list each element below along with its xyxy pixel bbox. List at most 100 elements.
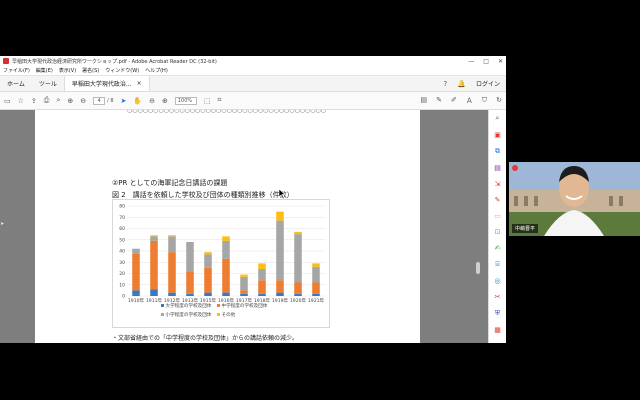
bar-segment bbox=[168, 292, 176, 296]
scan-ocr-icon[interactable]: ⌸ bbox=[495, 260, 499, 269]
participant-name: 中嶋晋平 bbox=[512, 224, 539, 233]
page-up-icon[interactable]: ⊕ bbox=[67, 97, 73, 105]
menu-edit[interactable]: 編集(E) bbox=[36, 67, 53, 74]
vertical-scrollbar[interactable] bbox=[470, 110, 488, 343]
tab-document[interactable]: 早稲田大学現代政治... × bbox=[63, 76, 150, 91]
print-icon[interactable]: ⎙ bbox=[44, 96, 50, 105]
marquee-zoom-icon[interactable]: ⌗ bbox=[218, 96, 222, 105]
bar-segment bbox=[222, 258, 230, 293]
y-tick-label: 0 bbox=[122, 294, 125, 300]
zoom-level-select[interactable]: 100% bbox=[174, 96, 197, 105]
bar-segment bbox=[276, 280, 284, 293]
export-pdf-icon[interactable]: ⇲ bbox=[495, 180, 501, 188]
combine-files-icon[interactable]: ⧉ bbox=[495, 147, 500, 156]
bar-segment bbox=[240, 274, 248, 277]
zoom-out-icon[interactable]: ⊖ bbox=[149, 97, 155, 105]
maximize-button[interactable]: □ bbox=[483, 58, 489, 65]
save-icon[interactable]: ▭ bbox=[4, 97, 11, 105]
bell-icon[interactable]: 🔔 bbox=[457, 80, 466, 88]
search-icon[interactable]: ⌕ bbox=[56, 96, 60, 105]
bar-segment bbox=[258, 263, 266, 269]
bar-segment bbox=[222, 292, 230, 296]
hand-tool-icon[interactable]: ✋ bbox=[133, 97, 142, 105]
legend-swatch bbox=[161, 304, 164, 307]
prepare-form-icon[interactable]: ▦ bbox=[494, 326, 501, 334]
menu-sign[interactable]: 署名(S) bbox=[82, 67, 99, 74]
tab-home[interactable]: ホーム bbox=[0, 76, 32, 91]
bar-segment bbox=[258, 293, 266, 296]
help-icon[interactable]: ? bbox=[444, 80, 448, 88]
rotate-icon[interactable]: ↻ bbox=[496, 96, 502, 106]
bar-segment bbox=[186, 242, 194, 272]
select-cursor-icon[interactable]: ➤ bbox=[121, 97, 127, 105]
menu-view[interactable]: 表示(V) bbox=[59, 67, 76, 74]
bar-segment bbox=[312, 282, 320, 294]
legend-swatch bbox=[161, 313, 164, 316]
close-window-button[interactable]: ✕ bbox=[498, 58, 503, 65]
tab-tools[interactable]: ツール bbox=[32, 76, 64, 91]
login-button[interactable]: ログイン bbox=[476, 79, 500, 88]
more-tools-icon[interactable]: ⋯ bbox=[494, 342, 501, 343]
bar-segment bbox=[204, 267, 212, 293]
pdf-page: ○○○○○○○○○○○○○○○○○○○○○○○○○○○○○○○○○○○○○○ ②… bbox=[35, 110, 420, 343]
bookmark-icon[interactable]: ☆ bbox=[18, 97, 24, 105]
fit-page-icon[interactable]: ⬚ bbox=[204, 97, 211, 105]
zoom-search-icon[interactable]: ⌕ bbox=[496, 114, 500, 123]
tab-bar: ホーム ツール 早稲田大学現代政治... × ? 🔔 ログイン bbox=[0, 76, 506, 92]
bar-segment bbox=[168, 235, 176, 237]
chart-svg: 010203040506070801910年 1911年 1912年 1913年 191… bbox=[119, 204, 325, 318]
create-pdf-icon[interactable]: ▣ bbox=[494, 131, 501, 139]
tab-close-icon[interactable]: × bbox=[137, 80, 142, 87]
page-number-input[interactable]: 4 bbox=[93, 96, 106, 105]
menu-help[interactable]: ヘルプ(H) bbox=[145, 67, 168, 74]
page-down-icon[interactable]: ⊖ bbox=[80, 97, 86, 105]
bar-segment bbox=[168, 252, 176, 293]
y-tick-label: 50 bbox=[119, 237, 125, 243]
page-total: / 8 bbox=[107, 97, 114, 104]
x-tick-label: 1918年 bbox=[254, 297, 271, 304]
x-tick-label: 1912年 bbox=[164, 297, 181, 304]
upload-icon[interactable]: ⇪ bbox=[31, 97, 37, 105]
bar-segment bbox=[132, 248, 140, 254]
comment-tool-icon[interactable]: ▭ bbox=[494, 212, 501, 220]
highlight-icon[interactable]: ✎ bbox=[436, 96, 442, 106]
menu-file[interactable]: ファイル(F) bbox=[3, 67, 30, 74]
right-tools-panel: ⌕ ▣ ⧉ ▤ ⇲ ✎ ▭ ⊡ ✍ ⌸ ◎ ✂ ⛨ ▦ ⋯ ⇥ bbox=[488, 110, 506, 343]
bar-segment bbox=[258, 269, 266, 281]
bar-segment bbox=[204, 254, 212, 268]
organize-pages-icon[interactable]: ▤ bbox=[494, 164, 501, 172]
legend-label: その他 bbox=[222, 311, 236, 318]
x-tick-label: 1917年 bbox=[236, 297, 253, 304]
bar-segment bbox=[294, 231, 302, 235]
legend-swatch bbox=[217, 304, 220, 307]
minimize-button[interactable]: — bbox=[468, 58, 474, 65]
window-title: 早稲田大学現代政治経済研究所ワークショップ.pdf - Adobe Acroba… bbox=[12, 58, 217, 65]
document-area: ▸ ○○○○○○○○○○○○○○○○○○○○○○○○○○○○○○○○○○○○○○… bbox=[0, 110, 488, 343]
title-bar: 早稲田大学現代政治経済研究所ワークショップ.pdf - Adobe Acroba… bbox=[0, 56, 506, 66]
y-tick-label: 80 bbox=[119, 204, 125, 210]
x-tick-label: 1910年 bbox=[128, 297, 145, 304]
stamp-icon[interactable]: ⛉ bbox=[482, 96, 487, 106]
redact-icon[interactable]: ✂ bbox=[495, 293, 501, 301]
send-for-review-icon[interactable]: ⊡ bbox=[495, 228, 501, 236]
bar-segment bbox=[186, 293, 194, 296]
bar-segment bbox=[132, 290, 140, 296]
menu-window[interactable]: ウィンドウ(W) bbox=[105, 67, 139, 74]
comment-icon[interactable]: ▤ bbox=[421, 96, 428, 106]
draw-icon[interactable]: ✐ bbox=[451, 96, 457, 106]
protect-icon[interactable]: ⛨ bbox=[495, 309, 500, 318]
bar-segment bbox=[150, 235, 158, 237]
edit-pdf-icon[interactable]: ✎ bbox=[495, 196, 501, 204]
stacked-bar-chart: 0 10 20 30 40 50 60 70 80 1910年 1911年 1912年 1913年 191… bbox=[112, 199, 330, 328]
x-tick-label: 1916年 bbox=[218, 297, 235, 304]
bar-segment bbox=[276, 292, 284, 296]
toolbar: ▭ ☆ ⇪ ⎙ ⌕ ⊕ ⊖ 4 / 8 ➤ ✋ ⊖ ⊕ 100% ⬚ ⌗ ▤ ✎… bbox=[0, 92, 506, 110]
x-tick-label: 1915年 bbox=[200, 297, 217, 304]
x-tick-label: 1920年 bbox=[290, 297, 307, 304]
accessibility-icon[interactable]: ◎ bbox=[494, 277, 500, 285]
scrollbar-thumb[interactable] bbox=[476, 262, 480, 274]
zoom-in-icon[interactable]: ⊕ bbox=[162, 97, 168, 105]
fill-sign-icon[interactable]: ✍ bbox=[495, 244, 501, 252]
left-panel-toggle-icon[interactable]: ▸ bbox=[1, 220, 4, 227]
text-icon[interactable]: Ａ bbox=[466, 96, 473, 106]
